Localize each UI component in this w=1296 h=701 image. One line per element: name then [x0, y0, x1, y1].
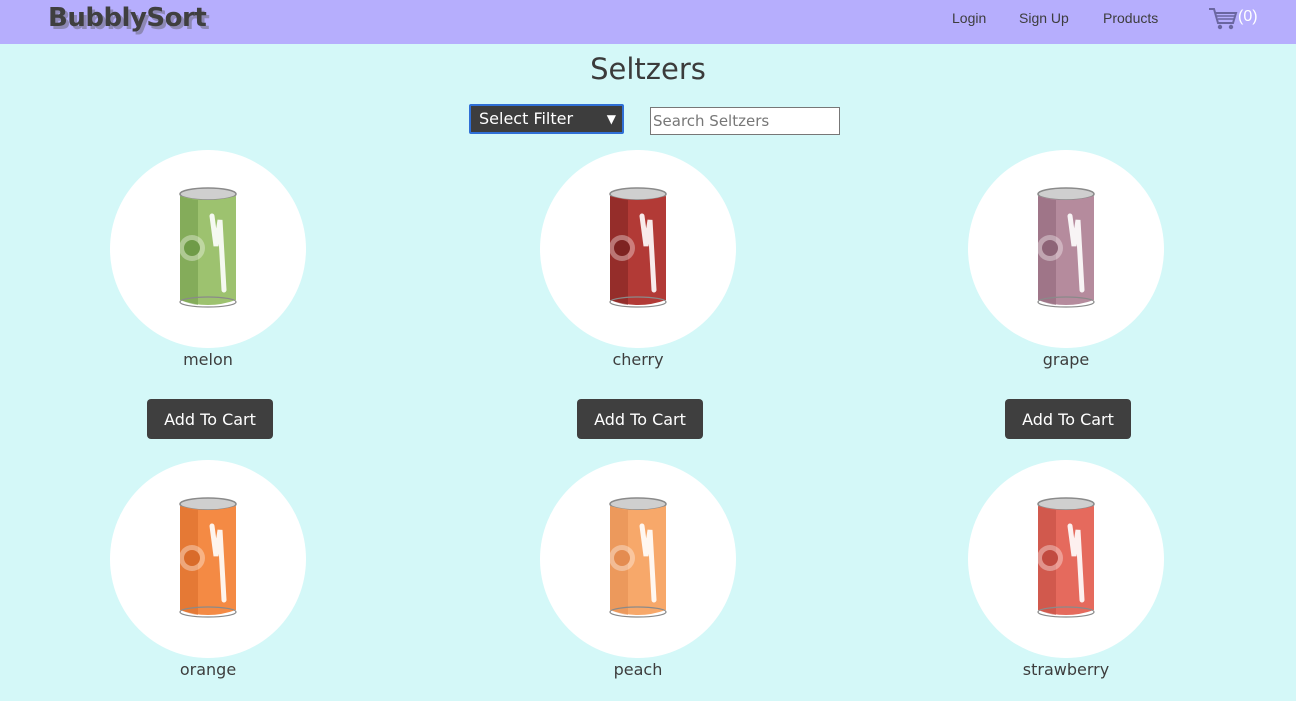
product-name: cherry: [612, 350, 664, 369]
logo[interactable]: BubblySort: [48, 3, 207, 33]
login-link[interactable]: Login: [952, 10, 986, 26]
search-input[interactable]: [650, 107, 840, 135]
products-link[interactable]: Products: [1103, 10, 1158, 26]
filter-select[interactable]: Select Filter ▼: [469, 104, 624, 134]
seltzer-can-icon: [1037, 497, 1095, 618]
product-image[interactable]: [540, 150, 736, 348]
filter-selected-value: Select Filter: [479, 109, 574, 128]
cart-count: (0): [1238, 8, 1258, 25]
chevron-down-icon: ▼: [606, 112, 616, 126]
seltzer-can-icon: [179, 187, 237, 308]
page-title: Seltzers: [590, 52, 706, 86]
product-name: peach: [613, 660, 663, 679]
product-name: orange: [179, 660, 237, 679]
top-navbar: BubblySort Login Sign Up Products (0): [0, 0, 1296, 44]
product-image[interactable]: [968, 150, 1164, 348]
seltzer-can-icon: [179, 497, 237, 618]
add-to-cart-button[interactable]: Add To Cart: [1005, 399, 1131, 439]
product-image[interactable]: [540, 460, 736, 658]
seltzer-can-icon: [609, 497, 667, 618]
product-image[interactable]: [110, 460, 306, 658]
seltzer-can-icon: [1037, 187, 1095, 308]
product-image[interactable]: [110, 150, 306, 348]
product-image[interactable]: [968, 460, 1164, 658]
seltzer-can-icon: [609, 187, 667, 308]
cart-icon: [1209, 8, 1238, 30]
product-name: strawberry: [1022, 660, 1110, 679]
signup-link[interactable]: Sign Up: [1019, 10, 1069, 26]
product-name: melon: [183, 350, 233, 369]
cart-button[interactable]: (0): [1208, 6, 1264, 34]
add-to-cart-button[interactable]: Add To Cart: [147, 399, 273, 439]
add-to-cart-button[interactable]: Add To Cart: [577, 399, 703, 439]
product-name: grape: [1042, 350, 1090, 369]
